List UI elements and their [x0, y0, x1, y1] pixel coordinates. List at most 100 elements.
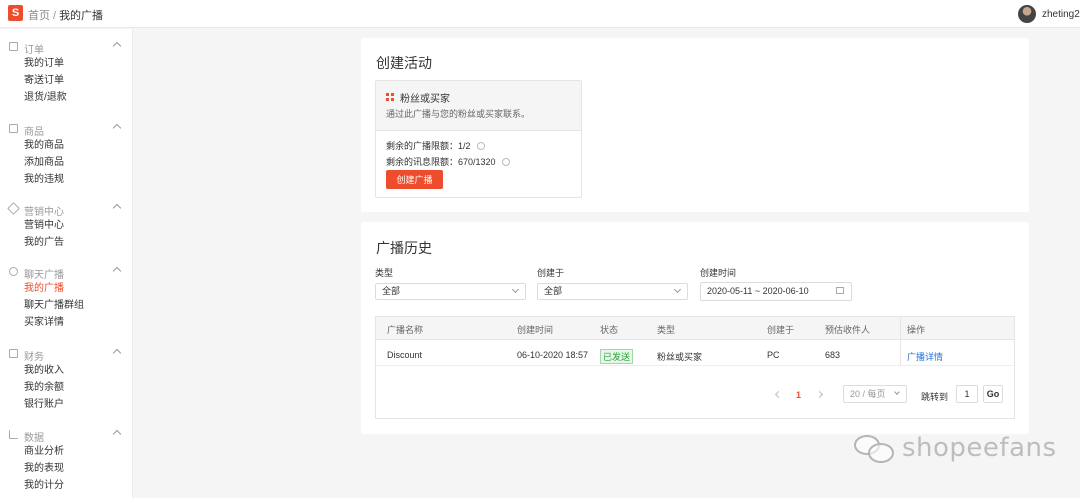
chevron-up-icon[interactable]	[112, 266, 122, 276]
sidebar-section-products: 商品 我的商品 添加商品 我的违规	[0, 121, 133, 188]
column-header-action: 操作	[907, 325, 926, 335]
creator-filter-select[interactable]: 全部	[537, 283, 688, 300]
username[interactable]: zheting20	[1042, 9, 1080, 20]
column-header-name: 广播名称	[387, 325, 424, 335]
date-range-value: 2020-05-11 ~ 2020-06-10	[707, 286, 809, 296]
avatar[interactable]	[1018, 5, 1036, 23]
user-menu[interactable]: zheting20	[1018, 3, 1080, 25]
sidebar-section-marketing: 营销中心 营销中心 我的广告	[0, 201, 133, 251]
create-campaign-title: 创建活动	[376, 55, 432, 71]
sidebar-item-balance[interactable]: 我的余额	[0, 379, 133, 396]
tag-icon	[7, 202, 20, 215]
go-button[interactable]: Go	[983, 385, 1003, 403]
sidebar-section-title: 财务	[24, 352, 44, 363]
prev-page-icon[interactable]	[774, 390, 783, 399]
chevron-up-icon[interactable]	[112, 203, 122, 213]
sidebar-item-my-score[interactable]: 我的计分	[0, 477, 133, 494]
jump-page-input[interactable]: 1	[956, 385, 978, 403]
sidebar-section-header[interactable]: 商品	[0, 121, 133, 138]
sidebar-section-header[interactable]: 订单	[0, 39, 133, 56]
column-header-created-on: 创建于	[767, 325, 795, 335]
status-badge: 已发送	[600, 349, 634, 364]
create-broadcast-button[interactable]: 创建广播	[386, 170, 443, 189]
chevron-up-icon[interactable]	[112, 41, 122, 51]
next-page-icon[interactable]	[815, 390, 824, 399]
broadcast-history-title: 广播历史	[376, 240, 432, 256]
sidebar-item-add-product[interactable]: 添加商品	[0, 154, 133, 171]
row-divider	[376, 365, 1014, 366]
date-range-picker[interactable]: 2020-05-11 ~ 2020-06-10	[700, 282, 852, 301]
help-icon[interactable]	[501, 158, 510, 166]
breadcrumb-current: 我的广播	[59, 10, 104, 22]
sidebar-item-my-orders[interactable]: 我的订单	[0, 55, 133, 72]
sidebar-section-header[interactable]: 营销中心	[0, 201, 133, 218]
sidebar-item-my-ads[interactable]: 我的广告	[0, 234, 133, 251]
chevron-down-icon	[673, 285, 682, 294]
sidebar-item-income[interactable]: 我的收入	[0, 362, 133, 379]
sidebar-item-violations[interactable]: 我的违规	[0, 171, 133, 188]
chevron-up-icon[interactable]	[112, 348, 122, 358]
action-column-divider	[900, 317, 901, 365]
sidebar-item-my-products[interactable]: 我的商品	[0, 137, 133, 154]
sidebar-section-title: 数据	[24, 433, 44, 444]
broadcast-type-header: 粉丝或买家 通过此广播与您的粉丝或买家联系。	[376, 81, 581, 131]
cell-name: Discount	[387, 350, 423, 360]
sidebar-item-shipment[interactable]: 寄送订单	[0, 72, 133, 89]
sidebar-section-title: 聊天广播	[24, 270, 64, 281]
type-filter-value: 全部	[382, 286, 401, 296]
type-filter-label: 类型	[375, 268, 394, 278]
sidebar-section-chat-broadcast: 聊天广播 我的广播 聊天广播群组 买家详情	[0, 264, 133, 331]
order-icon	[9, 42, 18, 51]
page-size-select[interactable]: 20 / 每页	[843, 385, 907, 403]
sidebar-item-marketing-centre[interactable]: 营销中心	[0, 217, 133, 234]
message-quota-text: 剩余的讯息限额：670/1320	[386, 157, 496, 167]
breadcrumb-separator: /	[53, 10, 57, 22]
create-campaign-card: 创建活动 粉丝或买家 通过此广播与您的粉丝或买家联系。 剩余的广播限额：1/2 …	[361, 38, 1029, 212]
help-icon[interactable]	[476, 142, 485, 150]
current-page[interactable]: 1	[796, 390, 801, 400]
sidebar-item-bank-account[interactable]: 银行账户	[0, 396, 133, 413]
column-header-status: 状态	[600, 325, 619, 335]
user-icon	[9, 267, 18, 276]
broadcast-type-card: 粉丝或买家 通过此广播与您的粉丝或买家联系。 剩余的广播限额：1/2 剩余的讯息…	[375, 80, 582, 198]
wallet-icon	[9, 349, 18, 358]
sidebar-item-broadcast-groups[interactable]: 聊天广播群组	[0, 297, 133, 314]
wechat-icon	[852, 431, 898, 465]
product-icon	[9, 124, 18, 133]
jump-to-label: 跳转到	[921, 392, 949, 402]
chevron-up-icon[interactable]	[112, 123, 122, 133]
table-header: 广播名称 创建时间 状态 类型 创建于 预估收件人 操作	[376, 317, 1014, 340]
chevron-down-icon	[511, 285, 520, 294]
shopee-logo-icon[interactable]: S	[8, 5, 23, 21]
watermark-text: shopeefans	[902, 433, 1057, 463]
sidebar-section-title: 商品	[24, 127, 44, 138]
chevron-up-icon[interactable]	[112, 429, 122, 439]
type-filter-select[interactable]: 全部	[375, 283, 526, 300]
sidebar-section-finance: 财务 我的收入 我的余额 银行账户	[0, 346, 133, 413]
sidebar-section-header[interactable]: 聊天广播	[0, 264, 133, 281]
cell-recipients: 683	[825, 350, 841, 360]
sidebar-item-my-broadcast[interactable]: 我的广播	[0, 280, 133, 297]
chart-icon	[9, 430, 18, 439]
watermark: shopeefans	[852, 430, 1057, 466]
cell-created: 06-10-2020 18:57	[517, 350, 589, 360]
sidebar-section-header[interactable]: 数据	[0, 427, 133, 444]
calendar-icon	[836, 287, 844, 294]
broadcast-type-name: 粉丝或买家	[400, 94, 450, 105]
broadcast-type-desc: 通过此广播与您的粉丝或买家联系。	[386, 109, 531, 119]
sidebar-item-my-performance[interactable]: 我的表现	[0, 460, 133, 477]
sidebar-item-buyer-details[interactable]: 买家详情	[0, 314, 133, 331]
broadcast-quota: 剩余的广播限额：1/2	[386, 139, 485, 152]
broadcast-quota-text: 剩余的广播限额：1/2	[386, 141, 471, 151]
chevron-down-icon	[894, 389, 900, 395]
time-filter-label: 创建时间	[700, 268, 737, 278]
creator-filter-value: 全部	[544, 286, 563, 296]
sidebar-section-header[interactable]: 财务	[0, 346, 133, 363]
broadcast-details-link[interactable]: 广播详情	[907, 350, 943, 363]
sidebar-item-business-insights[interactable]: 商业分析	[0, 443, 133, 460]
cell-type: 粉丝或买家	[657, 352, 703, 362]
breadcrumb-home[interactable]: 首页	[28, 10, 50, 22]
sidebar-section-title: 营销中心	[24, 207, 64, 218]
sidebar-item-returns[interactable]: 退货/退款	[0, 89, 133, 106]
message-quota: 剩余的讯息限额：670/1320	[386, 155, 510, 168]
